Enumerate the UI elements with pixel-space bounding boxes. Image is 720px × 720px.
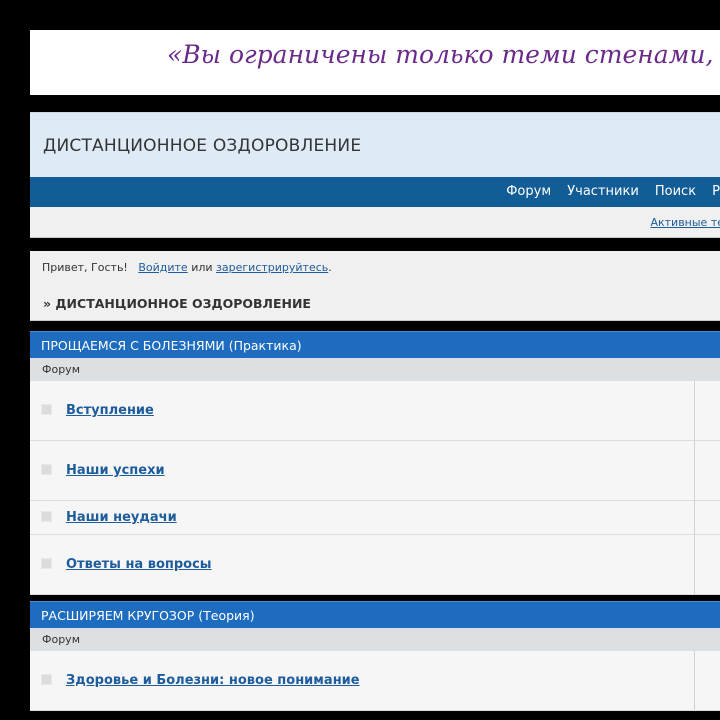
column-header-forum: Форум: [30, 628, 720, 651]
forum-row: Наши неудачи: [30, 501, 720, 535]
register-link[interactable]: зарегистрируйтесь: [216, 261, 328, 274]
forum-status-icon: [41, 511, 52, 522]
welcome-line: Привет, Гость! Войдите или зарегистрируй…: [42, 261, 332, 274]
nav-search[interactable]: Поиск: [655, 177, 696, 207]
forum-link-failures[interactable]: Наши неудачи: [66, 510, 177, 525]
dot-text: .: [328, 261, 332, 274]
banner-quote: «Вы ограничены только теми стенами, ко: [167, 40, 720, 69]
nav-members[interactable]: Участники: [567, 177, 639, 207]
nav-more[interactable]: Р: [712, 177, 720, 207]
forum-link-intro[interactable]: Вступление: [66, 403, 154, 418]
welcome-panel: Привет, Гость! Войдите или зарегистрируй…: [30, 251, 720, 321]
forum-stats-cell: [694, 441, 720, 500]
nav-forum[interactable]: Форум: [506, 177, 551, 207]
forum-page: «Вы ограничены только теми стенами, ко Д…: [30, 30, 720, 711]
greeting-text: Привет, Гость!: [42, 261, 128, 274]
forum-row: Здоровье и Болезни: новое понимание: [30, 651, 720, 711]
active-topics-link[interactable]: Активные те: [650, 207, 720, 237]
forum-row: Наши успехи: [30, 441, 720, 501]
forum-row: Ответы на вопросы: [30, 535, 720, 595]
forum-link-successes[interactable]: Наши успехи: [66, 463, 165, 478]
sub-navbar: Активные те: [30, 207, 720, 238]
main-navbar: Форум Участники Поиск Р: [30, 177, 720, 207]
login-link[interactable]: Войдите: [138, 261, 187, 274]
column-header-forum: Форум: [30, 358, 720, 381]
site-header: ДИСТАНЦИОННОЕ ОЗДОРОВЛЕНИЕ: [30, 112, 720, 177]
forum-stats-cell: [694, 651, 720, 710]
forum-link-health[interactable]: Здоровье и Болезни: новое понимание: [66, 673, 360, 688]
forum-status-icon: [41, 558, 52, 569]
forum-row: Вступление: [30, 381, 720, 441]
forum-stats-cell: [694, 501, 720, 534]
category-header-practice[interactable]: ПРОЩАЕМСЯ С БОЛЕЗНЯМИ (Практика): [30, 331, 720, 358]
category-header-theory[interactable]: РАСШИРЯЕМ КРУГОЗОР (Теория): [30, 601, 720, 628]
forum-stats-cell: [694, 535, 720, 594]
site-title[interactable]: ДИСТАНЦИОННОЕ ОЗДОРОВЛЕНИЕ: [30, 113, 720, 156]
quote-banner: «Вы ограничены только теми стенами, ко: [30, 30, 720, 95]
or-text: или: [191, 261, 213, 274]
forum-status-icon: [41, 404, 52, 415]
forum-status-icon: [41, 674, 52, 685]
forum-status-icon: [41, 464, 52, 475]
forum-link-answers[interactable]: Ответы на вопросы: [66, 557, 212, 572]
forum-stats-cell: [694, 381, 720, 440]
breadcrumb: » ДИСТАНЦИОННОЕ ОЗДОРОВЛЕНИЕ: [43, 296, 311, 311]
